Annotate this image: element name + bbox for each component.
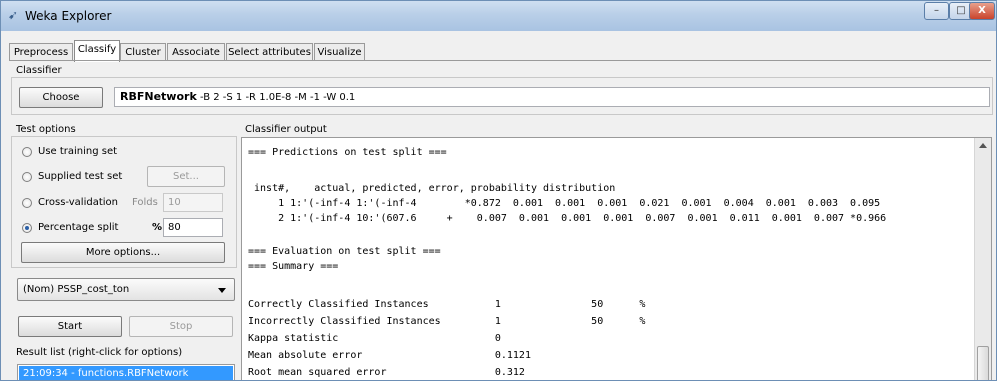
tab-classify[interactable]: Classify <box>74 40 120 62</box>
chevron-down-icon <box>218 288 226 293</box>
stop-button[interactable]: Stop <box>129 316 233 337</box>
classifier-output-panel[interactable]: === Predictions on test split === inst#,… <box>241 137 992 380</box>
scroll-up-arrow-icon[interactable] <box>979 143 987 148</box>
class-attribute-value: (Nom) PSSP_cost_ton <box>23 284 130 295</box>
supplied-test-set-label: Supplied test set <box>38 171 123 182</box>
close-button[interactable]: X <box>969 2 995 20</box>
result-list-item[interactable]: 21:09:34 - functions.RBFNetwork <box>19 366 233 380</box>
output-line: Incorrectly Classified Instances 1 50 % <box>248 316 646 327</box>
tab-cluster[interactable]: Cluster <box>120 43 166 61</box>
percentage-split-radio[interactable] <box>22 223 32 233</box>
output-line: === Summary === <box>248 261 339 272</box>
weka-explorer-window: ➹ Weka Explorer – □ X Preprocess Classif… <box>0 0 997 381</box>
use-training-set-radio[interactable] <box>22 147 32 157</box>
tab-visualize[interactable]: Visualize <box>314 43 365 61</box>
minimize-button[interactable]: – <box>924 2 949 20</box>
percentage-split-field[interactable]: 80 <box>163 218 223 237</box>
set-test-set-button[interactable]: Set... <box>147 166 225 187</box>
classifier-command-field[interactable]: RBFNetwork -B 2 -S 1 -R 1.0E-8 -M -1 -W … <box>114 87 990 107</box>
output-scrollbar[interactable] <box>974 138 991 380</box>
test-options-label: Test options <box>16 124 76 135</box>
more-options-button[interactable]: More options... <box>21 242 225 263</box>
folds-label: Folds <box>132 197 158 208</box>
folds-field[interactable]: 10 <box>163 193 223 212</box>
scrollbar-thumb[interactable] <box>977 346 989 380</box>
classifier-section-label: Classifier <box>16 65 62 76</box>
tab-divider <box>9 60 991 61</box>
tab-select-attributes[interactable]: Select attributes <box>226 43 313 61</box>
percentage-split-label: Percentage split <box>38 222 119 233</box>
output-line: === Evaluation on test split === <box>248 246 441 257</box>
cross-validation-label: Cross-validation <box>38 197 118 208</box>
output-line: Kappa statistic 0 <box>248 333 501 344</box>
window-title: Weka Explorer <box>25 9 112 23</box>
cross-validation-radio[interactable] <box>22 198 32 208</box>
weka-bird-icon: ➹ <box>8 8 19 22</box>
classifier-options: -B 2 -S 1 -R 1.0E-8 -M -1 -W 0.1 <box>196 92 356 103</box>
result-list[interactable]: 21:09:34 - functions.RBFNetwork <box>17 364 235 380</box>
choose-classifier-button[interactable]: Choose <box>19 87 103 108</box>
classifier-name: RBFNetwork <box>120 90 197 103</box>
output-line: Correctly Classified Instances 1 50 % <box>248 299 646 310</box>
output-line: 1 1:'(-inf-4 1:'(-inf-4 *0.872 0.001 0.0… <box>248 198 881 209</box>
classifier-output-label: Classifier output <box>245 124 327 135</box>
tab-preprocess[interactable]: Preprocess <box>9 43 73 61</box>
output-line: Mean absolute error 0.1121 <box>248 350 531 361</box>
start-button[interactable]: Start <box>18 316 122 337</box>
output-line: 2 1:'(-inf-4 10:'(607.6 + 0.007 0.001 0.… <box>248 213 887 224</box>
title-bar[interactable]: ➹ Weka Explorer – □ X <box>1 1 996 31</box>
supplied-test-set-radio[interactable] <box>22 172 32 182</box>
output-line: === Predictions on test split === <box>248 147 447 158</box>
use-training-set-label: Use training set <box>38 146 118 157</box>
output-line: Root mean squared error 0.312 <box>248 367 525 378</box>
output-line: inst#, actual, predicted, error, probabi… <box>248 183 616 194</box>
tab-associate[interactable]: Associate <box>167 43 225 61</box>
class-attribute-select[interactable]: (Nom) PSSP_cost_ton <box>17 278 235 301</box>
result-list-label: Result list (right-click for options) <box>16 347 183 358</box>
percent-label: % <box>152 222 163 233</box>
